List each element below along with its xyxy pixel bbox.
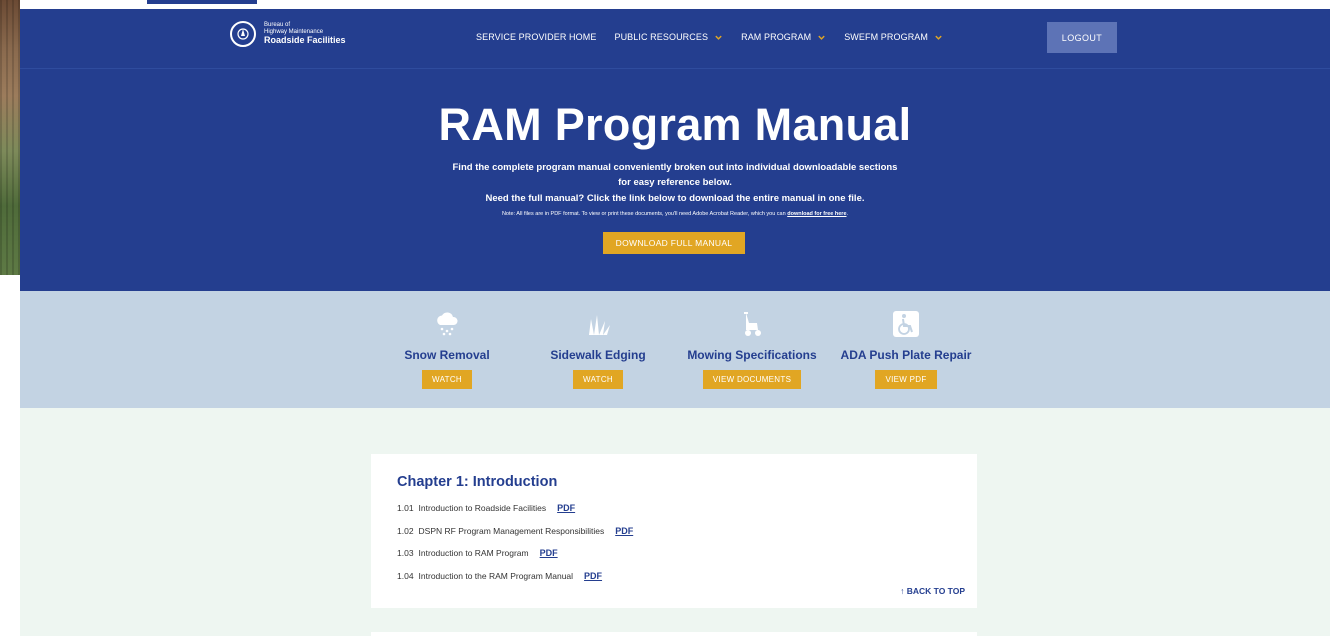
back-to-top-link[interactable]: ↑ BACK TO TOP — [900, 586, 965, 596]
section-number: 1.01 — [397, 503, 414, 513]
nav-item-label: SWEFM PROGRAM — [844, 32, 929, 42]
hero-intro-line-2: for easy reference below. — [618, 177, 732, 188]
seal-icon — [230, 21, 256, 47]
pdf-link[interactable]: PDF — [540, 548, 558, 558]
section-label: DSPN RF Program Management Responsibilit… — [418, 525, 605, 536]
site-window: Bureau of Highway Maintenance Roadside F… — [20, 9, 1330, 636]
hero-intro-line-3: Need the full manual? Click the link bel… — [485, 193, 865, 204]
nav-item-ram-program[interactable]: RAM PROGRAM — [741, 32, 826, 42]
background-photo — [0, 0, 20, 275]
section-number: 1.03 — [397, 548, 414, 558]
chevron-down-icon — [935, 35, 942, 40]
hero-note: Note: All files are in PDF format. To vi… — [20, 211, 1330, 217]
chevron-down-icon — [818, 35, 825, 40]
hero-note-text: Note: All files are in PDF format. To vi… — [501, 211, 786, 217]
hero-intro-line-1: Find the complete program manual conveni… — [452, 162, 898, 173]
hero-section: RAM Program Manual Find the complete pro… — [20, 69, 1330, 291]
list-item: 1.03 Introduction to RAM Program PDF — [397, 548, 633, 571]
pdf-link[interactable]: PDF — [584, 571, 602, 581]
nav-item-swefm-program[interactable]: SWEFM PROGRAM — [844, 32, 943, 42]
acrobat-download-link[interactable]: download for free here — [787, 211, 846, 217]
feature-strip: Snow Removal WATCH Sidewalk Edging WATCH… — [20, 291, 1330, 408]
section-label: Introduction to Roadside Facilities — [418, 503, 547, 513]
pdf-link[interactable]: PDF — [615, 526, 633, 536]
chapter-section-list: 1.01 Introduction to Roadside Facilities… — [397, 503, 633, 593]
wheelchair-icon — [893, 311, 919, 337]
download-full-manual-button[interactable]: DOWNLOAD FULL MANUAL — [603, 232, 745, 254]
top-navigation: Bureau of Highway Maintenance Roadside F… — [20, 9, 1330, 69]
page-title: RAM Program Manual — [438, 99, 912, 150]
snow-cloud-icon — [437, 312, 458, 336]
mower-icon — [744, 312, 761, 336]
snow-removal-watch-button[interactable]: WATCH — [422, 370, 472, 389]
grass-icon — [589, 315, 610, 335]
nav-item-public-resources[interactable]: PUBLIC RESOURCES — [614, 32, 723, 42]
section-label: Introduction to RAM Program — [418, 548, 529, 558]
feature-sidewalk-edging: Sidewalk Edging WATCH — [543, 309, 653, 389]
page: Bureau of Highway Maintenance Roadside F… — [0, 0, 1342, 636]
nav-item-label: PUBLIC RESOURCES — [614, 32, 709, 42]
hero-note-end: . — [846, 211, 849, 217]
feature-mowing-specifications: Mowing Specifications VIEW DOCUMENTS — [679, 309, 825, 389]
chevron-down-icon — [715, 35, 722, 40]
logo-name: Roadside Facilities — [264, 35, 346, 46]
ada-view-pdf-button[interactable]: VIEW PDF — [875, 370, 937, 389]
mowing-view-documents-button[interactable]: VIEW DOCUMENTS — [702, 370, 802, 389]
logo-text: Bureau of Highway Maintenance Roadside F… — [264, 22, 346, 45]
section-number: 1.02 — [397, 525, 414, 536]
list-item: 1.02 DSPN RF Program Management Responsi… — [397, 526, 633, 549]
nav-item-service-provider-home[interactable]: SERVICE PROVIDER HOME — [476, 32, 596, 42]
list-item: 1.01 Introduction to Roadside Facilities… — [397, 503, 633, 526]
feature-title: Sidewalk Edging — [550, 348, 646, 362]
section-label: Introduction to the RAM Program Manual — [418, 570, 574, 581]
sidewalk-edging-watch-button[interactable]: WATCH — [573, 370, 623, 389]
feature-title: Snow Removal — [404, 348, 490, 362]
site-logo[interactable]: Bureau of Highway Maintenance Roadside F… — [230, 21, 346, 47]
pdf-link[interactable]: PDF — [557, 503, 575, 513]
feature-snow-removal: Snow Removal WATCH — [397, 309, 497, 389]
section-number: 1.04 — [397, 570, 414, 581]
feature-ada-push-plate-repair: ADA Push Plate Repair VIEW PDF — [833, 309, 979, 389]
list-item: 1.04 Introduction to the RAM Program Man… — [397, 571, 633, 594]
logout-button[interactable]: LOGOUT — [1047, 22, 1117, 53]
feature-title: Mowing Specifications — [687, 348, 817, 362]
nav-menu: SERVICE PROVIDER HOME PUBLIC RESOURCES R… — [476, 32, 943, 42]
top-accent-bar — [147, 0, 257, 4]
chapters-section: Chapter 1: Introduction 1.01 Introductio… — [20, 408, 1330, 636]
feature-title: ADA Push Plate Repair — [840, 348, 972, 362]
nav-item-label: SERVICE PROVIDER HOME — [476, 32, 597, 42]
nav-item-label: RAM PROGRAM — [741, 32, 812, 42]
next-chapter-card — [371, 632, 977, 636]
chapter-card: Chapter 1: Introduction 1.01 Introductio… — [371, 454, 977, 608]
chapter-title: Chapter 1: Introduction — [397, 474, 558, 490]
